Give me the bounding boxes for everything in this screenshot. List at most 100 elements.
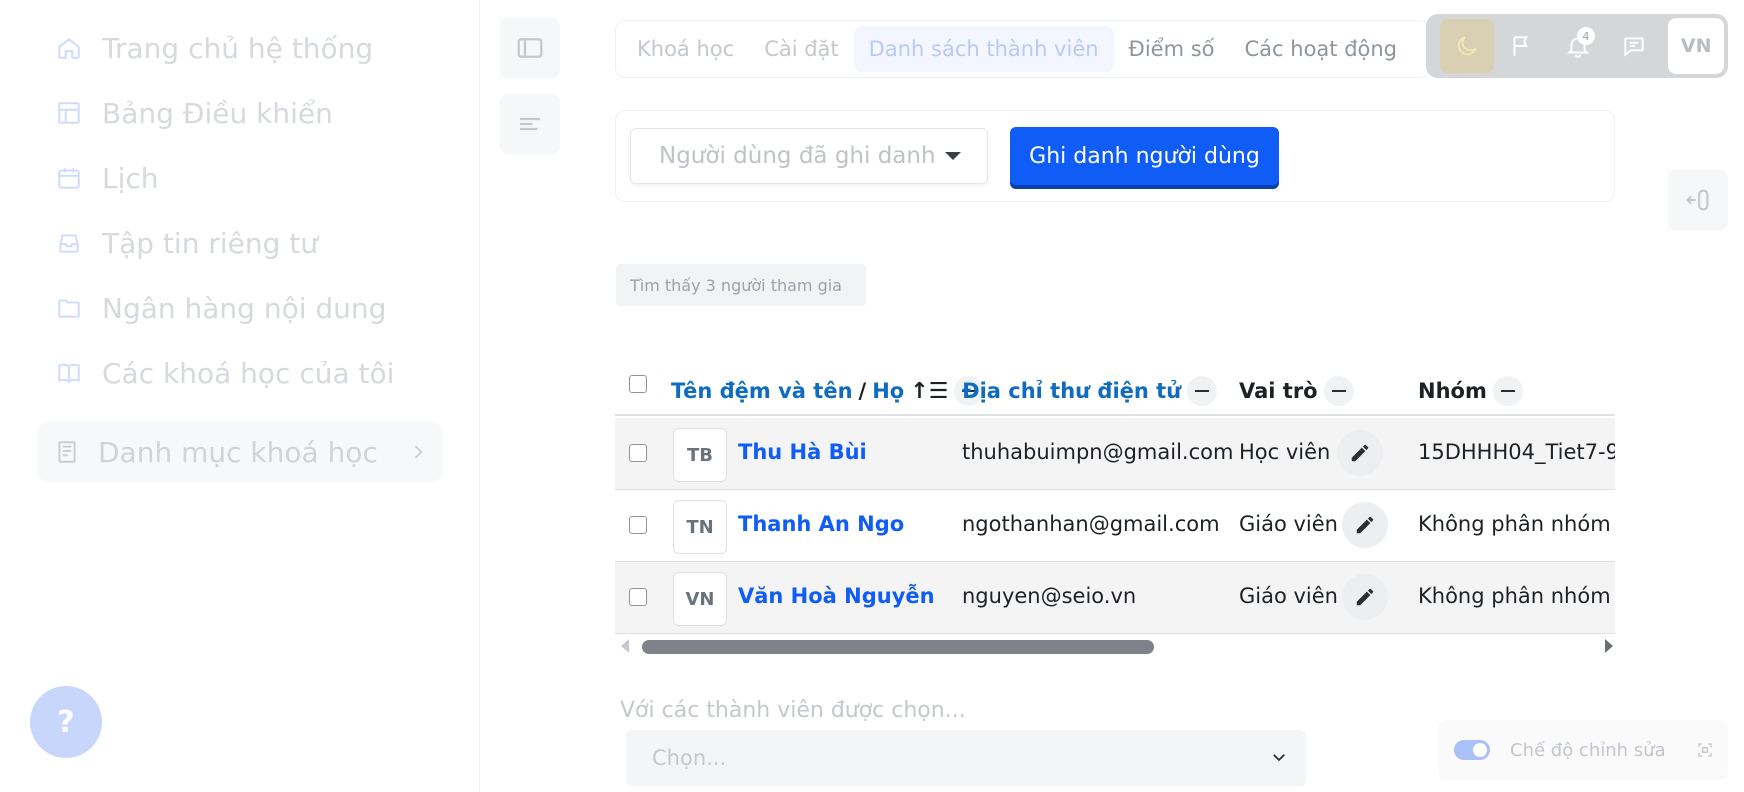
- avatar: TN: [673, 500, 727, 554]
- sidebar-item-label: Các khoá học của tôi: [102, 356, 395, 390]
- bulk-action-select[interactable]: Chọn...: [626, 730, 1306, 786]
- course-index-button[interactable]: [500, 94, 560, 154]
- bulk-select-value: Chọn...: [652, 746, 727, 770]
- chevron-right-icon: [414, 445, 423, 459]
- sidebar-item-label: Danh mục khoá học: [98, 435, 378, 469]
- table-header: Tên đệm và tên / Họ ↑☰ Địa chỉ thư điện …: [615, 360, 1615, 416]
- pencil-icon: [1351, 444, 1369, 462]
- sidebar-item-dashboard[interactable]: Bảng Điều khiển: [56, 93, 333, 133]
- tab-course[interactable]: Khoá học: [622, 26, 749, 72]
- chevron-down-icon: [1273, 754, 1285, 762]
- scroll-left-arrow-icon[interactable]: [621, 639, 629, 653]
- calendar-icon: [58, 168, 80, 189]
- participant-role: Giáo viên: [1239, 584, 1338, 608]
- tab-participants[interactable]: Danh sách thành viên: [853, 26, 1114, 72]
- list-icon: [520, 117, 540, 131]
- avatar: VN: [673, 572, 727, 626]
- table-row: TN Thanh An Ngo ngothanhan@gmail.com Giá…: [615, 490, 1615, 562]
- tab-activities[interactable]: Các hoạt động: [1230, 26, 1413, 72]
- header-group: Nhóm: [1418, 376, 1523, 406]
- edit-mode-label: Chế độ chỉnh sửa: [1510, 739, 1666, 761]
- enrol-users-button[interactable]: Ghi danh người dùng: [1010, 127, 1279, 185]
- tab-settings[interactable]: Cài đặt: [749, 26, 853, 72]
- scrollbar-thumb[interactable]: [642, 640, 1154, 654]
- collapse-group-column-button[interactable]: [1492, 376, 1523, 406]
- participant-name-link[interactable]: Thu Hà Bùi: [738, 440, 867, 464]
- edit-role-button[interactable]: [1342, 574, 1388, 620]
- sort-firstname-link[interactable]: Tên đệm và tên: [671, 379, 853, 403]
- header-role: Vai trò: [1239, 376, 1354, 406]
- participant-name-link[interactable]: Văn Hoà Nguyễn: [738, 584, 935, 608]
- participant-group: Không phân nhóm: [1418, 584, 1611, 608]
- folder-icon: [58, 299, 80, 318]
- header-email: Địa chỉ thư điện tử: [962, 376, 1218, 406]
- collapse-role-column-button[interactable]: [1323, 376, 1354, 406]
- messages-button[interactable]: [1607, 19, 1661, 73]
- participant-group: Không phân nhóm: [1418, 512, 1611, 536]
- participant-group: 15DHHH04_Tiet7-9: [1418, 440, 1615, 464]
- book-open-icon: [58, 363, 80, 384]
- sidebar-item-private-files[interactable]: Tập tin riêng tư: [56, 223, 318, 263]
- focus-icon[interactable]: [1696, 741, 1714, 759]
- sidebar-item-label: Trang chủ hệ thống: [102, 31, 374, 65]
- participants-table: Tên đệm và tên / Họ ↑☰ Địa chỉ thư điện …: [615, 360, 1615, 660]
- edit-mode-toggle[interactable]: [1454, 740, 1490, 760]
- sidebar-item-label: Lịch: [102, 161, 159, 195]
- enrol-select-value: Người dùng đã ghi danh: [659, 143, 936, 169]
- caret-down-icon: [945, 152, 961, 160]
- collapse-email-column-button[interactable]: [1187, 376, 1218, 406]
- participant-role: Học viên: [1239, 440, 1331, 464]
- participant-email: nguyen@seio.vn: [962, 584, 1137, 608]
- table-row: VN Văn Hoà Nguyễn nguyen@seio.vn Giáo vi…: [615, 562, 1615, 634]
- sort-lastname-link[interactable]: Họ: [872, 379, 904, 403]
- participants-count: Tìm thấy 3 người tham gia: [616, 264, 866, 306]
- dashboard-icon: [58, 102, 80, 124]
- avatar: TB: [673, 428, 727, 482]
- sidebar-item-label: Ngân hàng nội dung: [102, 291, 387, 325]
- sidebar-item-home[interactable]: Trang chủ hệ thống: [56, 28, 373, 68]
- header-separator: /: [858, 379, 867, 403]
- header-group-label: Nhóm: [1418, 379, 1487, 403]
- sidebar-item-label: Bảng Điều khiển: [102, 96, 333, 130]
- header-name: Tên đệm và tên / Họ ↑☰: [671, 376, 985, 406]
- sidebar-toggle-icon: [517, 38, 543, 58]
- sidebar-item-content-bank[interactable]: Ngân hàng nội dung: [56, 288, 386, 328]
- chat-icon: [1623, 37, 1644, 57]
- sort-ascending-icon: ↑☰: [910, 378, 949, 404]
- sidebar-item-label: Tập tin riêng tư: [102, 226, 319, 260]
- user-menu-avatar[interactable]: VN: [1668, 18, 1725, 74]
- flag-button[interactable]: [1496, 19, 1550, 73]
- tab-grades[interactable]: Điểm số: [1114, 26, 1230, 72]
- sidebar-item-my-courses[interactable]: Các khoá học của tôi: [56, 353, 394, 393]
- table-horizontal-scrollbar[interactable]: [615, 636, 1615, 656]
- inbox-icon: [59, 234, 79, 253]
- row-checkbox[interactable]: [629, 444, 647, 462]
- book-icon: [58, 441, 76, 463]
- edit-mode-panel: Chế độ chỉnh sửa: [1438, 720, 1728, 780]
- participant-name-link[interactable]: Thanh An Ngo: [738, 512, 904, 536]
- course-tabs: Khoá học Cài đặt Danh sách thành viên Đi…: [615, 20, 1430, 78]
- pencil-icon: [1356, 516, 1374, 534]
- row-checkbox[interactable]: [629, 588, 647, 606]
- select-all-checkbox[interactable]: [629, 375, 647, 393]
- sidebar-item-calendar[interactable]: Lịch: [56, 158, 159, 198]
- notification-count-badge: 4: [1576, 27, 1595, 45]
- drawer-open-icon: [1686, 189, 1709, 211]
- enrolled-users-select[interactable]: Người dùng đã ghi danh: [630, 128, 988, 184]
- dark-mode-button[interactable]: [1440, 19, 1494, 73]
- sort-email-link[interactable]: Địa chỉ thư điện tử: [962, 379, 1181, 403]
- sidebar: Trang chủ hệ thống Bảng Điều khiển Lịch …: [0, 0, 480, 792]
- row-checkbox[interactable]: [629, 516, 647, 534]
- notifications-button[interactable]: 4: [1551, 19, 1605, 73]
- help-button[interactable]: ?: [30, 686, 102, 758]
- participant-email: thuhabuimpn@gmail.com: [962, 440, 1234, 464]
- toggle-drawer-button[interactable]: [500, 18, 560, 78]
- edit-role-button[interactable]: [1337, 430, 1383, 476]
- open-block-drawer-button[interactable]: [1668, 170, 1728, 230]
- table-row: TB Thu Hà Bùi thuhabuimpn@gmail.com Học …: [615, 418, 1615, 490]
- participant-email: ngothanhan@gmail.com: [962, 512, 1220, 536]
- edit-role-button[interactable]: [1342, 502, 1388, 548]
- scroll-right-arrow-icon[interactable]: [1605, 639, 1613, 653]
- sidebar-item-course-categories[interactable]: Danh mục khoá học: [38, 422, 442, 482]
- header-role-label: Vai trò: [1239, 379, 1318, 403]
